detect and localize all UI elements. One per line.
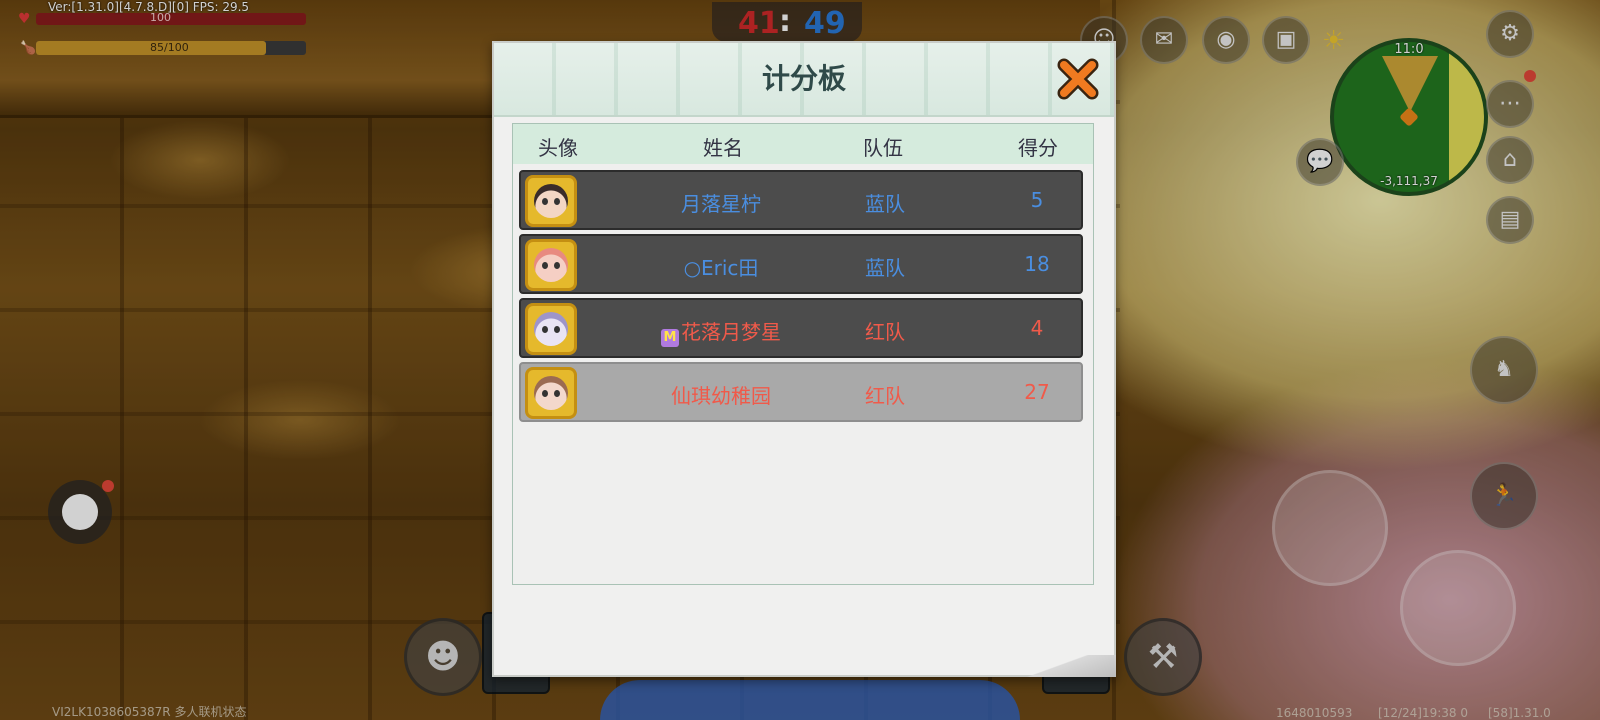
player-team: 蓝队 [865, 256, 905, 280]
scoreboard-dialog: 计分板 头像 姓名 队伍 得分 月落星柠 蓝队 5 ○Eric田 蓝队 18 M… [492, 41, 1116, 677]
header-avatar: 头像 [538, 136, 578, 160]
player-score: 4 [1030, 316, 1044, 340]
close-icon [1057, 58, 1099, 100]
player-score: 18 [1024, 252, 1050, 276]
member-badge-icon: M [661, 329, 679, 347]
player-name: ○Eric田 [683, 256, 759, 280]
header-team: 队伍 [863, 136, 903, 160]
avatar-face [534, 376, 568, 410]
player-team: 红队 [865, 320, 905, 344]
page-curl-decoration [1026, 655, 1116, 677]
player-row[interactable]: M 花落月梦星 红队 4 [519, 298, 1083, 358]
header-score: 得分 [1018, 136, 1058, 160]
player-score: 27 [1024, 380, 1050, 404]
player-name: 花落月梦星 [681, 320, 781, 344]
player-row[interactable]: 月落星柠 蓝队 5 [519, 170, 1083, 230]
player-avatar [525, 303, 577, 355]
scoreboard-title: 计分板 [761, 62, 846, 95]
table-header: 头像 姓名 队伍 得分 [513, 124, 1093, 164]
player-row[interactable]: ○Eric田 蓝队 18 [519, 234, 1083, 294]
scoreboard-header: 计分板 [494, 43, 1114, 117]
player-avatar [525, 367, 577, 419]
scoreboard-table: 头像 姓名 队伍 得分 月落星柠 蓝队 5 ○Eric田 蓝队 18 M 花落月… [512, 123, 1094, 585]
player-team: 红队 [865, 384, 905, 408]
avatar-face [534, 184, 568, 218]
avatar-face [534, 248, 568, 282]
player-name: 仙琪幼稚园 [671, 384, 771, 408]
player-team: 蓝队 [865, 192, 905, 216]
player-row-self[interactable]: 仙琪幼稚园 红队 27 [519, 362, 1083, 422]
player-score: 5 [1030, 188, 1044, 212]
player-avatar [525, 175, 577, 227]
player-avatar [525, 239, 577, 291]
player-name: 月落星柠 [681, 192, 761, 216]
player-name-with-badge: M 花落月梦星 [621, 316, 821, 347]
avatar-face [534, 312, 568, 346]
header-name: 姓名 [703, 136, 743, 160]
close-button[interactable] [1056, 57, 1100, 101]
